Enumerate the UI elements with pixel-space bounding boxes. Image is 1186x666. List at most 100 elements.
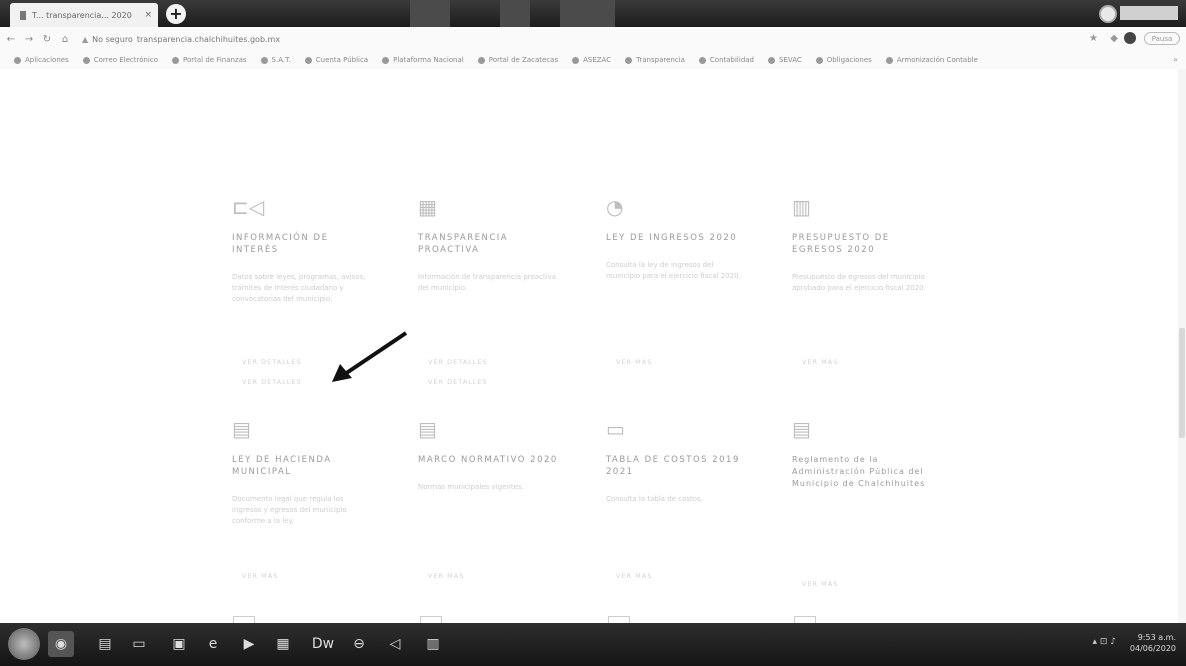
- window-control-icon[interactable]: [1099, 5, 1117, 23]
- card-link[interactable]: VER DETALLES: [428, 358, 488, 366]
- bookmark-label: Obligaciones: [826, 56, 872, 64]
- info-card: ▦ TRANSPARENCIA PROACTIVA Información de t…: [418, 196, 558, 386]
- favicon-icon: [20, 10, 26, 20]
- card-title: MARCO NORMATIVO 2020: [418, 455, 558, 465]
- info-card: ▭ TABLA DE COSTOS 2019 2021 Consulta la ta…: [606, 418, 746, 580]
- bookmark-icon: [572, 56, 580, 64]
- dreamweaver-icon[interactable]: Dw: [310, 631, 336, 657]
- paused-button[interactable]: Pausa: [1144, 32, 1180, 45]
- card-link[interactable]: VER MÁS: [802, 358, 838, 366]
- bookmark-label: Armonización Contable: [896, 56, 978, 64]
- url-field[interactable]: ▲ No seguro transparencia.chalchihuites.…: [82, 35, 280, 44]
- url-text: transparencia.chalchihuites.gob.mx: [136, 34, 281, 44]
- card-title: PRESUPUESTO DE EGRESOS 2020: [792, 233, 890, 255]
- bookmark-item[interactable]: Plataforma Nacional: [382, 56, 464, 64]
- bookmark-item[interactable]: Contabilidad: [698, 56, 754, 64]
- media-icon[interactable]: ▶: [236, 631, 262, 657]
- bookmark-label: Portal de Zacatecas: [488, 56, 559, 64]
- back-icon[interactable]: ←: [4, 34, 18, 45]
- bookmark-icon: [698, 56, 706, 64]
- bookmark-icon: [477, 56, 485, 64]
- info-card: ▤ LEY DE HACIENDA MUNICIPAL Documento lega…: [232, 418, 372, 580]
- bookmark-icon: [815, 56, 823, 64]
- card-title: TABLA DE COSTOS 2019 2021: [606, 455, 740, 477]
- app-icon[interactable]: ▥: [420, 631, 446, 657]
- card-link[interactable]: VER DETALLES: [242, 358, 302, 366]
- ie-icon[interactable]: e: [200, 631, 226, 657]
- bookmarks-more-icon[interactable]: »: [1173, 55, 1178, 64]
- new-tab-button[interactable]: +: [166, 4, 186, 24]
- bookmark-item[interactable]: Cuenta Pública: [304, 56, 368, 64]
- app-icon[interactable]: ▣: [166, 631, 192, 657]
- bookmarks-bar: Aplicaciones Correo Electrónico Portal de …: [0, 51, 1186, 69]
- avatar[interactable]: [1124, 32, 1136, 44]
- extension-icon[interactable]: ◆: [1110, 33, 1118, 44]
- card-link-secondary[interactable]: VER DETALLES: [242, 378, 302, 386]
- tab-bar-segment: [560, 0, 615, 27]
- bookmark-icon: [304, 56, 312, 64]
- card-title: Reglamento de la Administración Pública …: [792, 455, 926, 488]
- bookmark-icon: [260, 56, 268, 64]
- info-card: ▤ Reglamento de la Administración Pública…: [792, 417, 932, 588]
- card-link[interactable]: VER MÁS: [242, 572, 278, 580]
- card-description: Datos sobre leyes, programas, avisos, tr…: [232, 273, 366, 303]
- document-icon: ▤: [792, 417, 811, 441]
- bookmark-item[interactable]: Portal de Finanzas: [172, 56, 247, 64]
- bookmark-item[interactable]: ASEZAC: [572, 56, 611, 64]
- card-title: TRANSPARENCIA PROACTIVA: [418, 233, 509, 255]
- chrome-icon[interactable]: ◉: [48, 631, 74, 657]
- info-card: ◔ LEY DE INGRESOS 2020 Consulta la ley de …: [606, 195, 746, 366]
- bookmark-label: Correo Electrónico: [93, 56, 158, 64]
- card-link-secondary[interactable]: VER DETALLES: [428, 378, 488, 386]
- bookmark-item[interactable]: Transparencia: [625, 56, 685, 64]
- document-icon: ▤: [418, 417, 437, 441]
- reload-icon[interactable]: ↻: [40, 34, 54, 45]
- card-title: LEY DE INGRESOS 2020: [606, 233, 738, 243]
- scrollbar-thumb[interactable]: [1179, 328, 1185, 438]
- tab-close-icon[interactable]: ×: [144, 10, 152, 20]
- card-description: Normas municipales vigentes.: [418, 483, 524, 491]
- card-description: Consulta la tabla de costos.: [606, 495, 703, 503]
- forward-icon[interactable]: →: [22, 34, 36, 45]
- app-icon[interactable]: ⊖: [346, 631, 372, 657]
- bookmark-item[interactable]: Portal de Zacatecas: [477, 56, 559, 64]
- card-link[interactable]: VER MÁS: [802, 580, 838, 588]
- bookmark-label: Plataforma Nacional: [393, 56, 464, 64]
- bookmark-item[interactable]: Armonización Contable: [885, 56, 978, 64]
- app-icon[interactable]: ▦: [270, 631, 296, 657]
- bookmark-icon: [82, 56, 90, 64]
- bookmark-label: S.A.T.: [271, 56, 291, 64]
- bar-chart-icon: ▥: [792, 195, 811, 219]
- card-title: INFORMACIÓN DE INTERÉS: [232, 233, 329, 255]
- browser-tab[interactable]: T... transparencia... 2020 ×: [10, 3, 158, 27]
- pie-chart-icon: ◔: [606, 195, 624, 219]
- warning-icon: ▲: [82, 34, 89, 44]
- app-icon[interactable]: ◁: [382, 631, 408, 657]
- info-card: ▥ PRESUPUESTO DE EGRESOS 2020 Presupuesto …: [792, 195, 932, 366]
- bookmark-icon: [768, 56, 776, 64]
- explorer-icon[interactable]: ▤: [92, 631, 118, 657]
- bookmark-icon: [625, 56, 633, 64]
- clock-date: 04/06/2020: [1129, 644, 1176, 653]
- bookmark-item[interactable]: S.A.T.: [260, 56, 291, 64]
- bookmark-item[interactable]: Obligaciones: [815, 56, 872, 64]
- tab-bar-segment: [500, 0, 530, 27]
- bookmark-star-icon[interactable]: ★: [1089, 33, 1098, 44]
- bookmark-item[interactable]: Aplicaciones: [14, 56, 69, 64]
- card-link[interactable]: VER MÁS: [428, 572, 464, 580]
- card-description: Documento legal que regula los ingresos …: [232, 495, 347, 525]
- card-link[interactable]: VER MÁS: [616, 358, 652, 366]
- bookmark-icon: [382, 56, 390, 64]
- system-tray[interactable]: ▴ ⊡ ♪: [1092, 637, 1116, 647]
- clock[interactable]: 9:53 a.m. 04/06/2020: [1130, 632, 1176, 654]
- folder-icon[interactable]: ▭: [126, 631, 152, 657]
- bookmark-item[interactable]: SEVAC: [768, 56, 802, 64]
- card-description: Información de transparencia proactiva d…: [418, 273, 557, 292]
- home-icon[interactable]: ⌂: [58, 34, 72, 45]
- bookmark-item[interactable]: Correo Electrónico: [82, 56, 158, 64]
- start-button[interactable]: [8, 628, 40, 660]
- window-controls[interactable]: [1120, 6, 1178, 20]
- card-link[interactable]: VER MÁS: [616, 572, 652, 580]
- security-label: No seguro: [92, 34, 133, 44]
- megaphone-icon: ⊏◁: [232, 195, 265, 219]
